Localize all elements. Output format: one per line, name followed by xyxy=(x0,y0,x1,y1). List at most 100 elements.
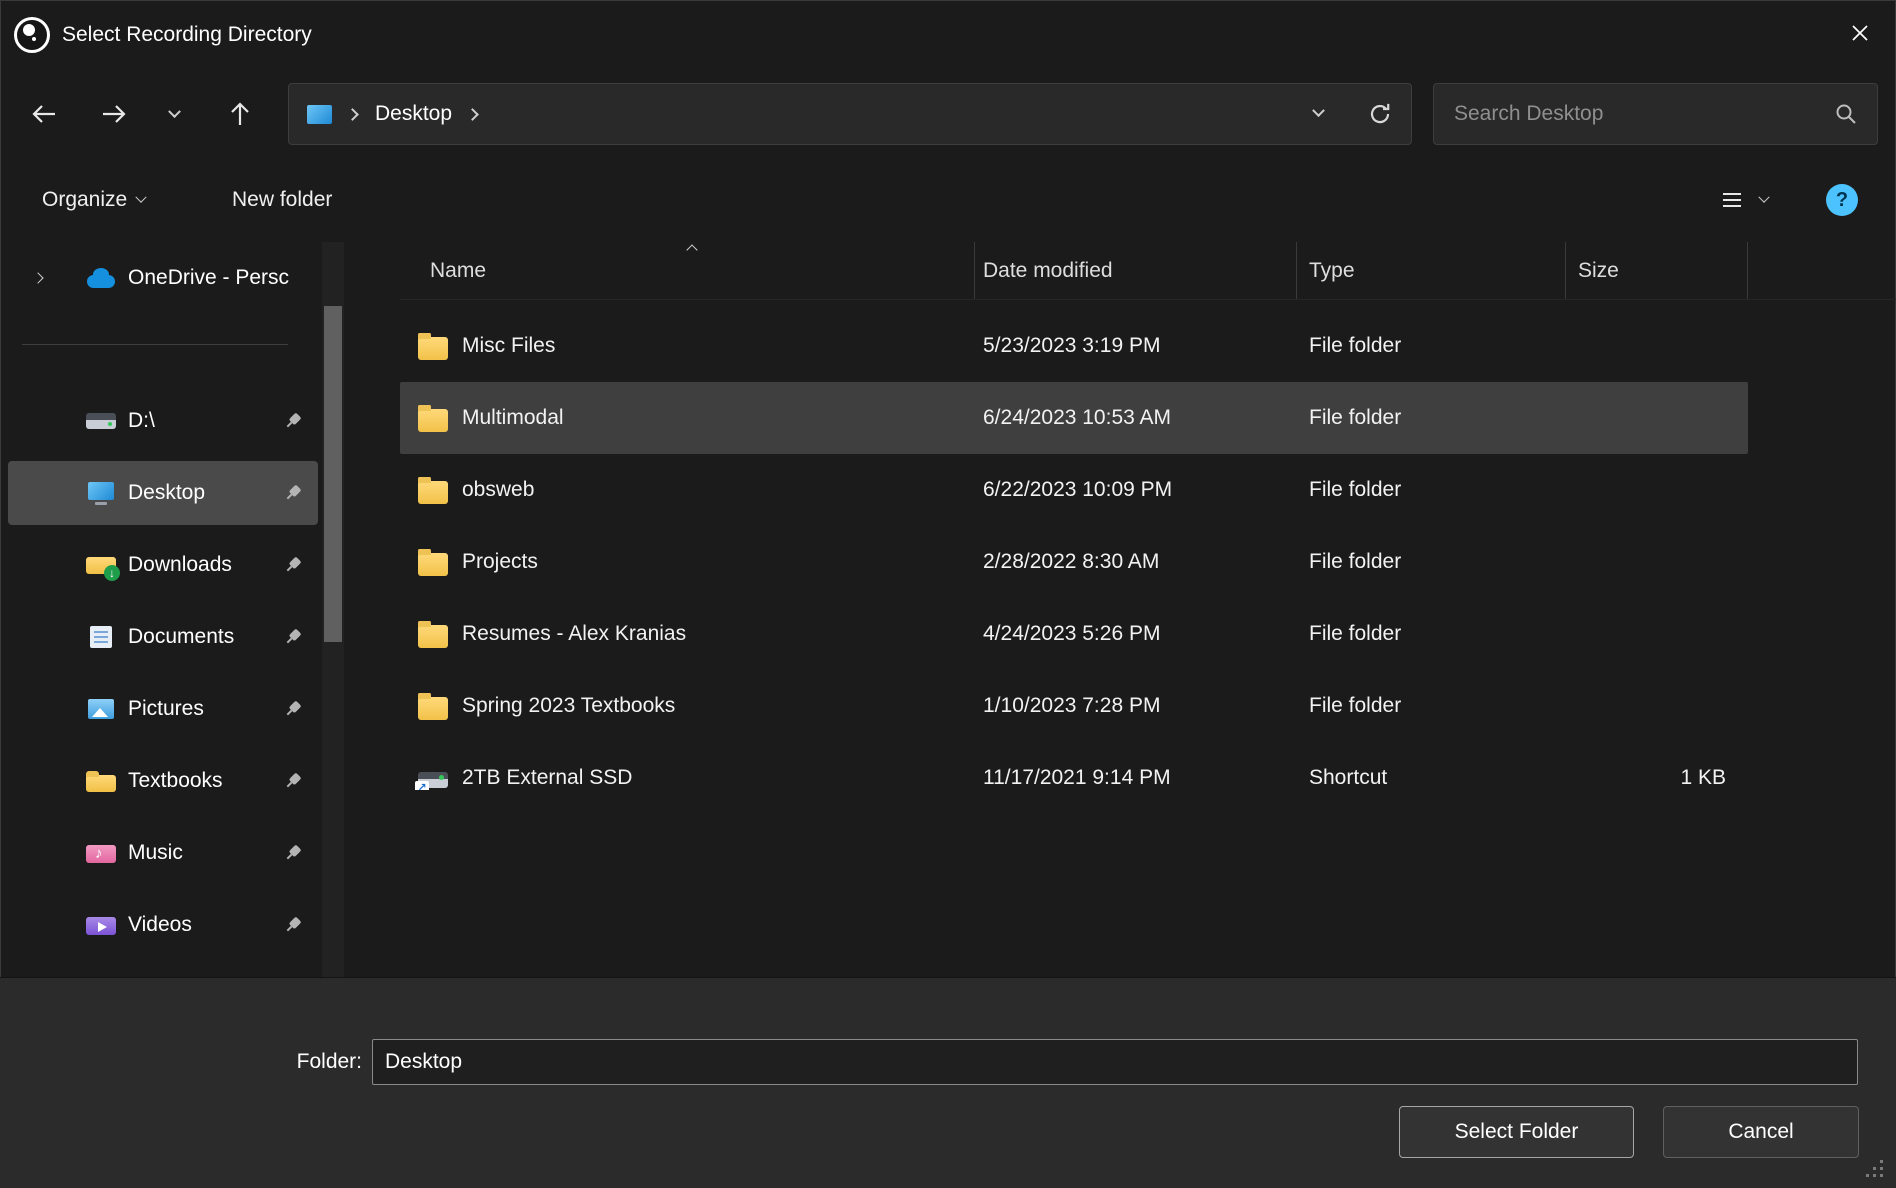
file-icon xyxy=(418,481,448,504)
address-dropdown-button[interactable] xyxy=(1314,105,1323,123)
arrow-up-icon xyxy=(226,100,254,128)
window-title: Select Recording Directory xyxy=(62,23,312,47)
column-header-type[interactable]: Type xyxy=(1297,242,1566,299)
sidebar-item-label: D:\ xyxy=(128,409,155,433)
sidebar-item-icon xyxy=(86,697,116,721)
select-folder-button[interactable]: Select Folder xyxy=(1399,1106,1634,1158)
chevron-down-icon xyxy=(136,192,147,203)
pin-icon xyxy=(280,624,305,649)
arrow-right-icon xyxy=(100,100,128,128)
search-box[interactable] xyxy=(1433,83,1878,145)
organize-label: Organize xyxy=(42,188,127,212)
sidebar-item[interactable]: Documents xyxy=(8,605,318,669)
close-button[interactable] xyxy=(1824,0,1896,66)
sidebar-item[interactable]: D:\ xyxy=(8,389,318,453)
sidebar-scrollbar[interactable] xyxy=(322,242,344,977)
sidebar-item-icon xyxy=(86,913,116,937)
pin-icon xyxy=(280,696,305,721)
sidebar-item-icon xyxy=(86,769,116,793)
file-name-cell: Resumes - Alex Kranias xyxy=(400,621,975,648)
address-bar[interactable]: Desktop xyxy=(288,83,1412,145)
file-row[interactable]: Misc Files 5/23/2023 3:19 PM File folder xyxy=(400,310,1748,382)
file-row[interactable]: 2TB External SSD 11/17/2021 9:14 PM Shor… xyxy=(400,742,1748,814)
search-icon[interactable] xyxy=(1833,101,1859,127)
file-icon xyxy=(418,697,448,720)
help-button[interactable]: ? xyxy=(1826,184,1858,216)
file-type: File folder xyxy=(1297,694,1566,718)
change-view-button[interactable] xyxy=(1718,186,1768,214)
folder-label: Folder: xyxy=(230,1050,362,1074)
file-name-cell: 2TB External SSD xyxy=(400,766,975,790)
navigation-bar: Desktop xyxy=(0,70,1896,158)
new-folder-button[interactable]: New folder xyxy=(232,188,332,212)
expander-chevron-icon[interactable] xyxy=(34,269,42,287)
back-button[interactable] xyxy=(18,88,70,140)
cancel-button[interactable]: Cancel xyxy=(1663,1106,1859,1158)
file-list: Name Date modified Type Size Misc Files … xyxy=(400,242,1896,977)
file-type: File folder xyxy=(1297,406,1566,430)
refresh-icon xyxy=(1367,101,1393,127)
titlebar[interactable]: Select Recording Directory xyxy=(0,0,1896,70)
column-headers: Name Date modified Type Size xyxy=(400,242,1896,300)
file-row[interactable]: Resumes - Alex Kranias 4/24/2023 5:26 PM… xyxy=(400,598,1748,670)
pin-icon xyxy=(280,912,305,937)
pin-icon xyxy=(280,840,305,865)
sidebar-item-icon xyxy=(86,553,116,577)
scrollbar-thumb[interactable] xyxy=(324,306,342,642)
column-header-name[interactable]: Name xyxy=(400,242,975,299)
sidebar-item[interactable]: Videos xyxy=(8,893,318,957)
file-size: 1 KB xyxy=(1566,766,1748,790)
file-name-cell: obsweb xyxy=(400,477,975,504)
file-date-modified: 4/24/2023 5:26 PM xyxy=(975,622,1297,646)
resize-grip[interactable] xyxy=(1866,1160,1884,1178)
chevron-right-icon[interactable] xyxy=(466,108,479,121)
sidebar-item[interactable]: Desktop xyxy=(8,461,318,525)
sidebar-item-label: Textbooks xyxy=(128,769,223,793)
chevron-right-icon xyxy=(346,108,359,121)
sidebar-item-onedrive[interactable]: OneDrive - Persc xyxy=(8,248,318,308)
breadcrumb-location[interactable]: Desktop xyxy=(375,102,452,126)
column-header-date-modified[interactable]: Date modified xyxy=(975,242,1297,299)
up-button[interactable] xyxy=(214,88,266,140)
sidebar-item-icon xyxy=(86,625,116,649)
sidebar-item[interactable]: Pictures xyxy=(8,677,318,741)
refresh-button[interactable] xyxy=(1367,101,1393,127)
folder-input[interactable] xyxy=(372,1039,1858,1085)
sidebar-item[interactable]: Downloads xyxy=(8,533,318,597)
file-icon xyxy=(418,553,448,576)
sidebar-item-icon xyxy=(86,481,116,505)
file-date-modified: 6/22/2023 10:09 PM xyxy=(975,478,1297,502)
organize-button[interactable]: Organize xyxy=(42,188,145,212)
file-row[interactable]: Projects 2/28/2022 8:30 AM File folder xyxy=(400,526,1748,598)
sidebar-item-label: OneDrive - Persc xyxy=(128,266,289,290)
chevron-down-icon xyxy=(1312,104,1325,117)
chevron-down-icon xyxy=(1758,192,1769,203)
file-date-modified: 2/28/2022 8:30 AM xyxy=(975,550,1297,574)
sidebar-item-label: Desktop xyxy=(128,481,205,505)
forward-button[interactable] xyxy=(88,88,140,140)
file-name: Misc Files xyxy=(462,334,555,358)
recent-locations-button[interactable] xyxy=(152,88,196,140)
file-name-cell: Projects xyxy=(400,549,975,576)
file-row[interactable]: Multimodal 6/24/2023 10:53 AM File folde… xyxy=(400,382,1748,454)
sidebar-divider xyxy=(22,344,288,345)
onedrive-icon xyxy=(86,266,116,290)
column-header-size[interactable]: Size xyxy=(1566,242,1748,299)
chevron-down-icon xyxy=(168,105,181,118)
file-row[interactable]: obsweb 6/22/2023 10:09 PM File folder xyxy=(400,454,1748,526)
sidebar-item-label: Music xyxy=(128,841,183,865)
file-type: File folder xyxy=(1297,334,1566,358)
sidebar-item[interactable]: Textbooks xyxy=(8,749,318,813)
pin-icon xyxy=(280,480,305,505)
file-icon xyxy=(418,625,448,648)
sidebar-item[interactable]: Music xyxy=(8,821,318,885)
arrow-left-icon xyxy=(30,100,58,128)
help-icon: ? xyxy=(1836,189,1848,212)
file-row[interactable]: Spring 2023 Textbooks 1/10/2023 7:28 PM … xyxy=(400,670,1748,742)
sidebar-item-label: Documents xyxy=(128,625,234,649)
file-name: Spring 2023 Textbooks xyxy=(462,694,675,718)
file-icon xyxy=(418,772,448,788)
file-name: Multimodal xyxy=(462,406,564,430)
search-input[interactable] xyxy=(1452,101,1833,127)
sidebar-item-label: Videos xyxy=(128,913,192,937)
